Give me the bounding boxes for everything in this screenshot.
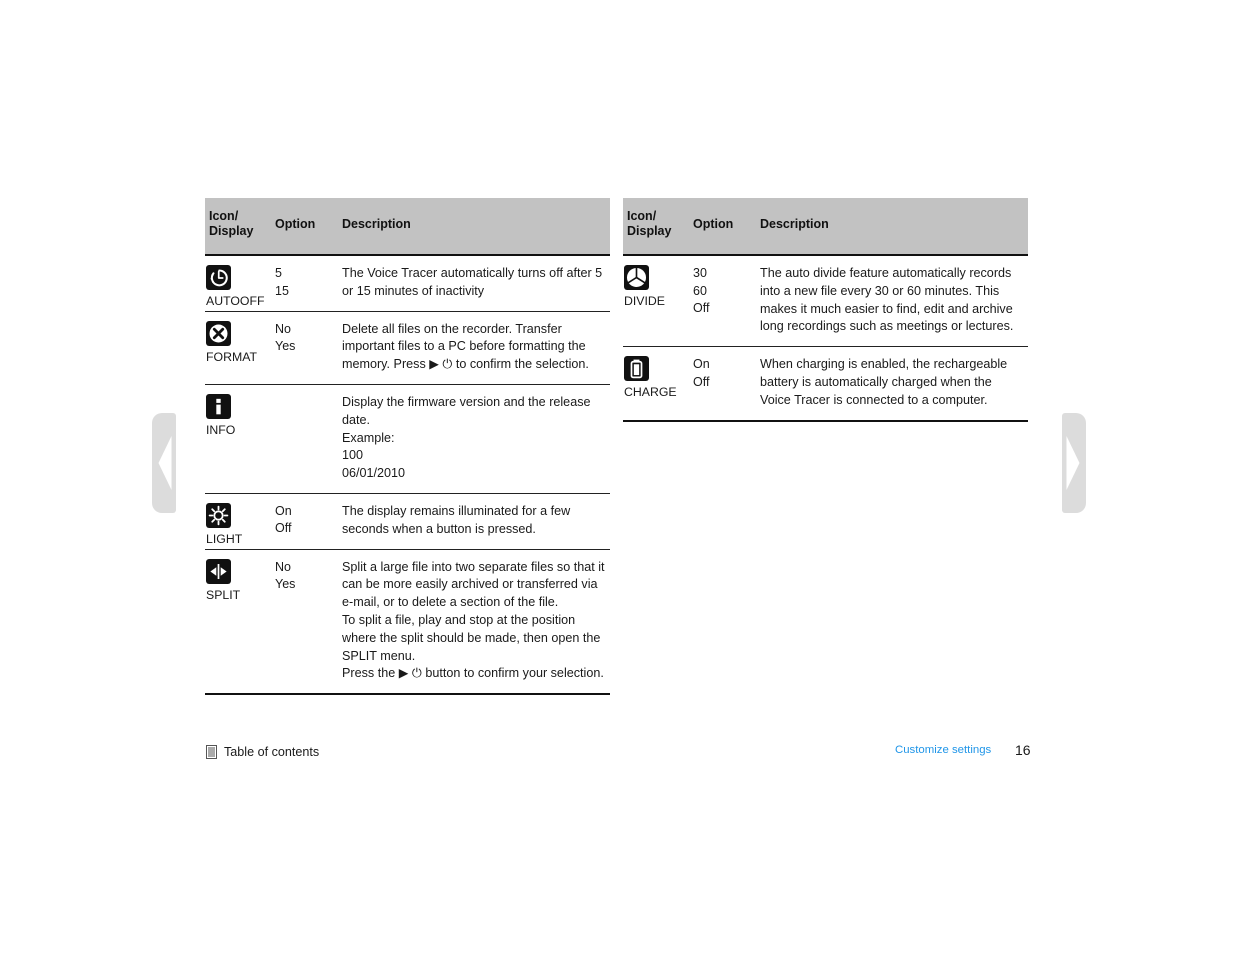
autooff-icon (206, 265, 231, 290)
icon-label: AUTOOFF (206, 294, 265, 308)
column-header-description: Description (342, 217, 411, 231)
charge-icon (624, 356, 649, 382)
icon-label: CHARGE (624, 385, 677, 400)
settings-table-right: Icon/ Display Option Description DIVIDE … (623, 198, 1028, 422)
table-row: CHARGE On Off When charging is enabled, t… (623, 347, 1028, 422)
prev-page-arrow-icon (158, 436, 172, 490)
column-header-option: Option (275, 217, 316, 231)
description-cell: The Voice Tracer automatically turns off… (342, 266, 603, 298)
settings-table-left: Icon/ Display Option Description AUTOOFF… (205, 198, 610, 696)
table-row: DIVIDE 30 60 Off The auto divide feature a… (623, 256, 1028, 348)
table-header-row: Icon/ Display Option Description (205, 198, 610, 256)
table-of-contents-link[interactable]: Table of contents (206, 745, 319, 759)
option-cell: No Yes (275, 321, 296, 354)
page-number: 16 (1015, 742, 1031, 758)
option-cell: 30 60 Off (693, 266, 710, 315)
column-header-option: Option (693, 217, 734, 231)
description-cell: The auto divide feature automatically re… (760, 266, 1014, 334)
column-header-description: Description (760, 217, 829, 231)
icon-label: LIGHT (206, 531, 243, 546)
light-icon (206, 502, 231, 528)
column-header-icon-display: Icon/ Display (209, 209, 254, 238)
icon-display-cell: SPLIT (206, 558, 268, 602)
next-page-nav-tab[interactable] (1062, 413, 1086, 513)
option-cell: No Yes (275, 559, 296, 592)
description-cell: Delete all files on the recorder. Transf… (342, 321, 589, 372)
divide-icon (624, 265, 649, 290)
icon-label: DIVIDE (624, 294, 665, 308)
icon-label: FORMAT (206, 349, 258, 364)
section-link[interactable]: Customize settings (895, 744, 991, 756)
table-header-row: Icon/ Display Option Description (623, 198, 1028, 256)
table-row: FORMAT No Yes Delete all files on the rec… (205, 312, 610, 385)
table-row: INFO Display the firmware version and th… (205, 385, 610, 494)
icon-display-cell: AUTOOFF (206, 265, 268, 308)
description-cell: Display the firmware version and the rel… (342, 394, 591, 481)
icon-display-cell: INFO (206, 393, 268, 437)
description-cell: Split a large file into two separate fil… (342, 559, 605, 681)
option-cell: On Off (275, 503, 292, 536)
table-row: LIGHT On Off The display remains illumina… (205, 494, 610, 550)
option-cell: 5 15 (275, 266, 289, 298)
icon-label: SPLIT (206, 587, 241, 602)
column-header-icon-display: Icon/ Display (627, 209, 672, 238)
list-icon (206, 745, 217, 759)
page-footer: Table of contents Customize settings 16 (0, 740, 1235, 780)
table-of-contents-label: Table of contents (224, 745, 320, 759)
format-icon (206, 320, 231, 346)
split-icon (206, 558, 231, 584)
icon-display-cell: FORMAT (206, 320, 268, 364)
option-cell: On Off (693, 357, 710, 389)
info-icon (206, 393, 231, 419)
icon-display-cell: LIGHT (206, 502, 268, 546)
icon-label: INFO (206, 422, 236, 437)
description-cell: When charging is enabled, the rechargeab… (760, 357, 1008, 407)
icon-display-cell: DIVIDE (624, 265, 686, 308)
table-row: SPLIT No Yes Split a large file into two … (205, 550, 610, 696)
description-cell: The display remains illuminated for a fe… (342, 503, 571, 536)
prev-page-nav-tab[interactable] (152, 413, 176, 513)
next-page-arrow-icon (1066, 436, 1080, 490)
table-row: AUTOOFF 5 15 The Voice Tracer automatical… (205, 256, 610, 312)
icon-display-cell: CHARGE (624, 356, 686, 399)
